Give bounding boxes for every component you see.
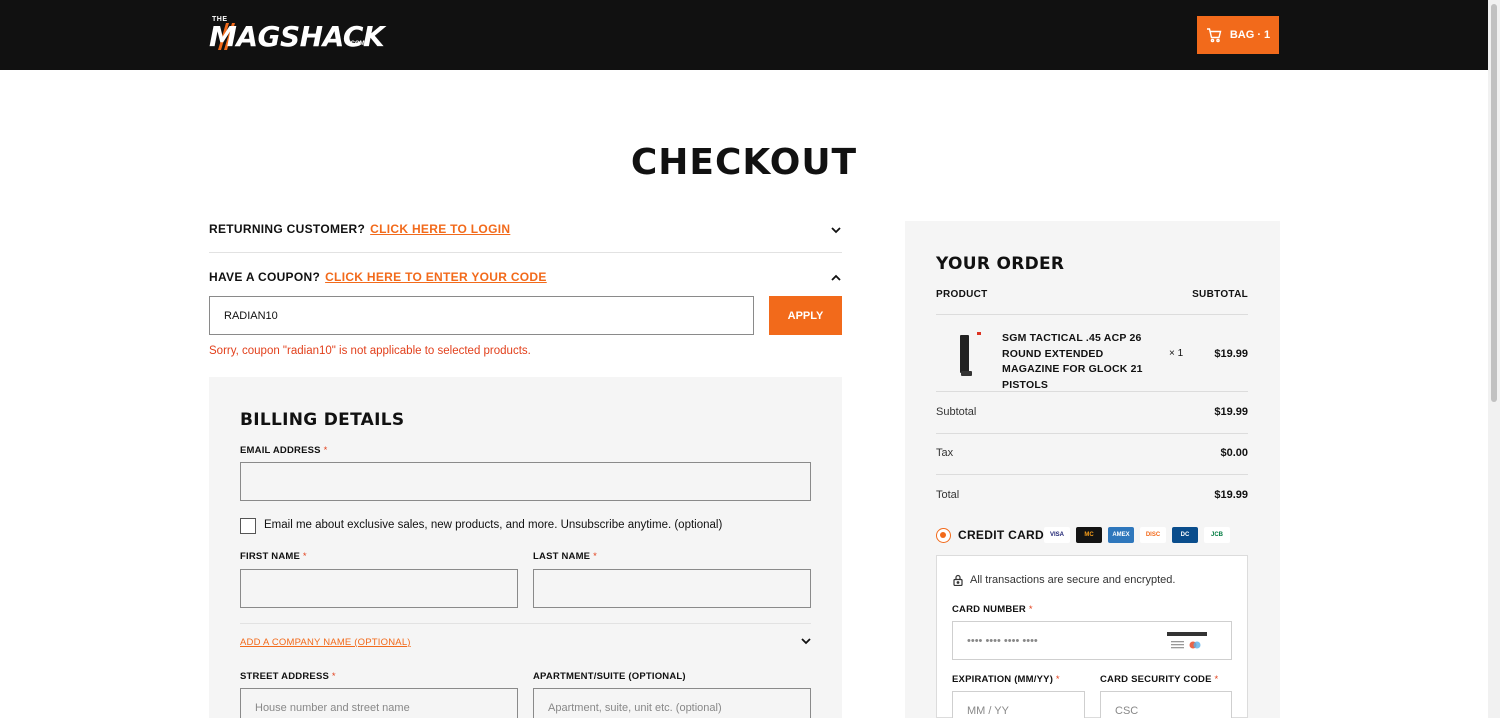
divider xyxy=(240,623,811,624)
coupon-row: HAVE A COUPON? CLICK HERE TO ENTER YOUR … xyxy=(209,270,842,284)
first-name-field[interactable] xyxy=(240,569,518,608)
payment-form: All transactions are secure and encrypte… xyxy=(936,555,1248,718)
expiry-field[interactable]: MM / YY xyxy=(952,691,1085,718)
last-name-label: LAST NAME * xyxy=(533,551,597,562)
coupon-error-message: Sorry, coupon "radian10" is not applicab… xyxy=(209,345,531,357)
add-company-link[interactable]: ADD A COMPANY NAME (OPTIONAL) xyxy=(240,637,411,648)
secure-note: All transactions are secure and encrypte… xyxy=(952,574,1175,586)
subtotal-column-header: SUBTOTAL xyxy=(1192,289,1248,300)
product-column-header: PRODUCT xyxy=(936,289,988,300)
apt-label-text: APARTMENT/SUITE (OPTIONAL) xyxy=(533,671,686,682)
email-field[interactable] xyxy=(240,462,811,501)
coupon-input[interactable] xyxy=(209,296,754,335)
street-placeholder: House number and street name xyxy=(255,701,410,714)
lock-icon xyxy=(953,574,963,586)
chevron-up-icon[interactable] xyxy=(830,272,842,284)
street-address-field[interactable]: House number and street name xyxy=(240,688,518,718)
street-label-text: STREET ADDRESS xyxy=(240,671,330,682)
credit-card-icon xyxy=(1167,632,1207,649)
bag-label: BAG · 1 xyxy=(1229,29,1271,41)
divider xyxy=(936,433,1248,434)
card-number-label: CARD NUMBER * xyxy=(952,604,1033,615)
billing-title: BILLING DETAILS xyxy=(240,410,405,430)
csc-label-text: CARD SECURITY CODE xyxy=(1100,674,1212,685)
site-header: THE MAGSHACK .COM BAG · 1 xyxy=(0,0,1488,70)
secure-text: All transactions are secure and encrypte… xyxy=(970,574,1176,586)
email-label-text: EMAIL ADDRESS xyxy=(240,445,321,456)
subtotal-label: Subtotal xyxy=(936,406,977,418)
chevron-down-icon[interactable] xyxy=(830,224,842,236)
expiry-placeholder: MM / YY xyxy=(967,704,1009,717)
scrollbar-thumb[interactable] xyxy=(1491,4,1497,402)
csc-field[interactable]: CSC xyxy=(1100,691,1232,718)
last-name-field[interactable] xyxy=(533,569,811,608)
required-mark: * xyxy=(1214,674,1219,685)
logo-text: MAGSHACK xyxy=(209,20,385,53)
bag-button[interactable]: BAG · 1 xyxy=(1197,16,1279,54)
required-mark: * xyxy=(1028,604,1033,615)
required-mark: * xyxy=(323,445,328,456)
last-name-label-text: LAST NAME xyxy=(533,551,591,562)
product-thumbnail[interactable] xyxy=(946,331,986,379)
apply-coupon-button[interactable]: APPLY xyxy=(769,296,842,335)
credit-card-radio[interactable] xyxy=(936,528,951,543)
cart-icon xyxy=(1206,28,1222,43)
tax-value: $0.00 xyxy=(1220,447,1248,459)
returning-customer-row: RETURNING CUSTOMER? CLICK HERE TO LOGIN xyxy=(209,222,842,236)
chevron-down-icon[interactable] xyxy=(800,635,812,647)
divider xyxy=(936,314,1248,315)
expiry-label: EXPIRATION (MM/YY) * xyxy=(952,674,1060,685)
card-number-label-text: CARD NUMBER xyxy=(952,604,1026,615)
billing-details-panel: BILLING DETAILS EMAIL ADDRESS * Email me… xyxy=(209,377,842,718)
divider xyxy=(936,474,1248,475)
page-title: CHECKOUT xyxy=(630,142,858,183)
apartment-label: APARTMENT/SUITE (OPTIONAL) xyxy=(533,671,686,682)
first-name-label-text: FIRST NAME xyxy=(240,551,301,562)
order-summary-panel: YOUR ORDER PRODUCT SUBTOTAL SGM TACTICAL… xyxy=(905,221,1280,718)
required-mark: * xyxy=(1055,674,1060,685)
coupon-link[interactable]: CLICK HERE TO ENTER YOUR CODE xyxy=(325,270,547,284)
apartment-field[interactable]: Apartment, suite, unit etc. (optional) xyxy=(533,688,811,718)
email-label: EMAIL ADDRESS * xyxy=(240,445,327,456)
card-brand-dc-icon: DC xyxy=(1172,527,1198,543)
divider xyxy=(936,391,1248,392)
tax-label: Tax xyxy=(936,447,954,459)
required-mark: * xyxy=(331,671,336,682)
subtotal-value: $19.99 xyxy=(1214,406,1248,418)
csc-placeholder: CSC xyxy=(1115,704,1139,717)
divider xyxy=(209,252,842,253)
product-price: $19.99 xyxy=(1214,348,1248,360)
email-optin-label: Email me about exclusive sales, new prod… xyxy=(264,519,723,531)
logo-com: .COM xyxy=(349,41,365,47)
csc-label: CARD SECURITY CODE * xyxy=(1100,674,1218,685)
required-mark: * xyxy=(593,551,597,562)
card-brand-icons: VISA MC AMEX DISC DC JCB xyxy=(1044,527,1230,543)
required-mark: * xyxy=(302,551,307,562)
card-brand-amex-icon: AMEX xyxy=(1108,527,1134,543)
expiry-label-text: EXPIRATION (MM/YY) xyxy=(952,674,1054,685)
returning-customer-prompt: RETURNING CUSTOMER? xyxy=(209,222,366,236)
total-label: Total xyxy=(936,489,960,501)
coupon-prompt: HAVE A COUPON? xyxy=(209,270,321,284)
magshack-logo[interactable]: THE MAGSHACK .COM xyxy=(209,14,385,56)
card-brand-disc-icon: DISC xyxy=(1140,527,1166,543)
apt-placeholder: Apartment, suite, unit etc. (optional) xyxy=(548,701,722,714)
card-brand-mc-icon: MC xyxy=(1076,527,1102,543)
first-name-label: FIRST NAME * xyxy=(240,551,307,562)
card-brand-jcb-icon: JCB xyxy=(1204,527,1230,543)
card-brand-visa-icon: VISA xyxy=(1044,527,1070,543)
street-address-label: STREET ADDRESS * xyxy=(240,671,336,682)
credit-card-label: CREDIT CARD xyxy=(958,528,1044,542)
email-optin-checkbox[interactable] xyxy=(240,518,256,534)
order-title: YOUR ORDER xyxy=(936,254,1065,274)
login-link[interactable]: CLICK HERE TO LOGIN xyxy=(370,222,510,236)
total-value: $19.99 xyxy=(1214,489,1248,501)
card-number-placeholder: •••• •••• •••• •••• xyxy=(967,634,1038,647)
product-quantity: × 1 xyxy=(1169,348,1184,359)
product-name: SGM TACTICAL .45 ACP 26 ROUND EXTENDED M… xyxy=(1002,332,1143,391)
